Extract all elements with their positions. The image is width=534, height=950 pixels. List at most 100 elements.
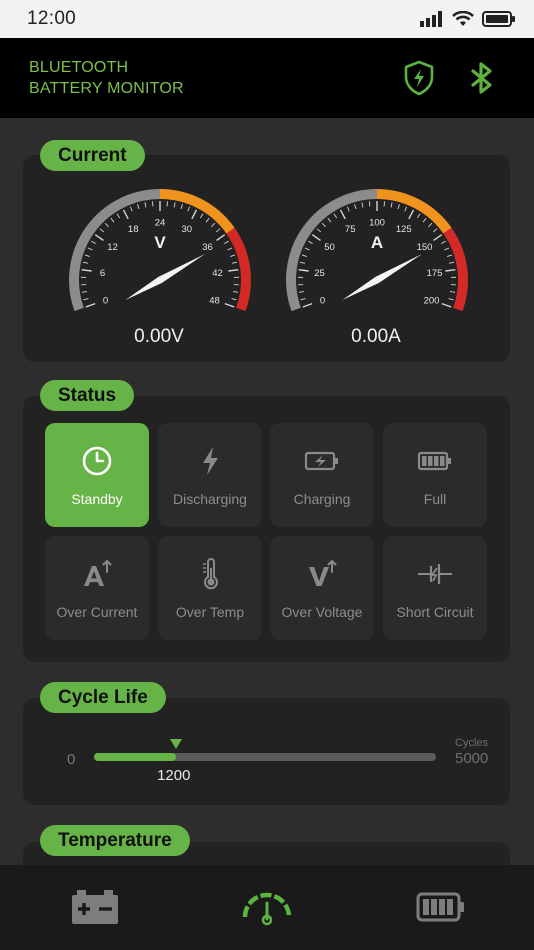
ampere-minor-tick [301, 254, 307, 257]
voltage-needle [125, 254, 206, 300]
system-status-bar: 12:00 [0, 0, 534, 38]
voltage-minor-tick [81, 291, 87, 293]
voltage-tick-label: 18 [128, 224, 139, 235]
voltage-tick-label: 24 [155, 218, 166, 229]
app-title-line2: BATTERY MONITOR [29, 80, 184, 97]
ampere-minor-tick [449, 261, 455, 264]
voltage-minor-tick [227, 247, 233, 251]
voltage-minor-tick [83, 298, 89, 301]
ampere-tick-label: 25 [314, 268, 325, 279]
voltage-minor-tick [87, 247, 93, 251]
app-header: BLUETOOTH BATTERY MONITOR [0, 38, 534, 118]
ampere-minor-tick [447, 254, 453, 257]
ampere-minor-tick [432, 228, 438, 233]
ampere-major-tick [445, 268, 456, 272]
signal-icon [420, 11, 442, 27]
short-circuit-icon [418, 564, 452, 584]
ampere-needle [342, 254, 423, 300]
nav-gauge[interactable] [237, 885, 297, 929]
voltage-minor-tick [116, 213, 121, 219]
ampere-minor-tick [354, 204, 357, 210]
ampere-minor-tick [316, 228, 322, 233]
voltage-tick-label: 12 [107, 242, 118, 253]
status-tile-over-voltage[interactable]: Over Voltage [270, 536, 374, 640]
ampere-tick-label: 50 [324, 242, 335, 253]
bolt-icon [203, 447, 218, 475]
bluetooth-icon[interactable] [464, 60, 500, 96]
status-tile-charging[interactable]: Charging [270, 423, 374, 527]
ampere-tick-label: 100 [369, 218, 385, 229]
voltage-minor-tick [110, 217, 115, 223]
ampere-major-tick [302, 302, 313, 308]
ampere-major-tick [298, 268, 309, 272]
voltage-minor-tick [205, 217, 210, 223]
voltage-minor-tick [211, 222, 216, 228]
status-tile-label: Charging [293, 491, 351, 507]
ampere-major-tick [339, 209, 346, 220]
status-tile-over-temp[interactable]: Over Temp [158, 536, 262, 640]
status-tile-short-circuit[interactable]: Short Circuit [383, 536, 487, 640]
ampere-minor-tick [404, 206, 408, 212]
voltage-major-tick [122, 209, 129, 220]
thermometer-icon [203, 558, 218, 590]
status-tile-label: Standby [71, 491, 123, 507]
battery-terminal-icon [72, 890, 118, 924]
ampere-minor-tick [300, 298, 306, 301]
voltage-major-tick [228, 268, 239, 272]
ampere-minor-tick [308, 240, 313, 244]
voltage-major-tick [191, 209, 198, 220]
status-tile-over-current[interactable]: Over Current [45, 536, 149, 640]
status-tile-label: Discharging [173, 491, 247, 507]
phone-battery-icon [482, 11, 515, 27]
cycle-min-label: 0 [67, 751, 76, 768]
voltage-minor-tick [233, 291, 239, 293]
nav-battery-level[interactable] [411, 885, 471, 929]
ampere-major-tick [433, 234, 443, 241]
voltage-minor-tick [224, 240, 229, 244]
voltage-tick-label: 0 [103, 295, 108, 306]
cycle-max-value: 5000 [455, 750, 489, 767]
ampere-minor-tick [321, 222, 326, 228]
voltage-minor-tick [180, 204, 183, 210]
voltage-minor-tick [137, 204, 140, 210]
ampere-minor-tick [428, 222, 433, 228]
status-tile-label: Over Current [56, 604, 138, 620]
voltage-major-tick [85, 302, 96, 308]
ampere-minor-tick [346, 206, 350, 212]
battery-charging-icon [304, 451, 338, 471]
ampere-minor-tick [333, 213, 338, 219]
ampere-minor-tick [304, 247, 310, 251]
voltage-minor-tick [99, 228, 105, 233]
wifi-icon [452, 11, 474, 26]
voltage-minor-tick [84, 254, 90, 257]
cycle-life-section-label: Cycle Life [40, 682, 166, 713]
temperature-section-label: Temperature [40, 825, 190, 856]
ampere-tick-label: 75 [345, 224, 356, 235]
voltage-unit-label: V [154, 233, 166, 252]
ampere-tick-label: 150 [417, 242, 433, 253]
ampere-minor-tick [450, 291, 456, 293]
ampere-minor-tick [448, 298, 454, 301]
voltage-major-tick [81, 268, 92, 272]
ampere-minor-tick [441, 240, 446, 244]
ampere-minor-tick [444, 247, 450, 251]
battery-full-icon [417, 451, 451, 471]
ampere-minor-tick [416, 213, 421, 219]
status-tile-standby[interactable]: Standby [45, 423, 149, 527]
voltage-reading: 0.00V [134, 326, 184, 347]
shield-bolt-icon[interactable] [401, 60, 437, 96]
status-tile-label: Over Voltage [281, 604, 363, 620]
voltage-minor-tick [230, 254, 236, 257]
status-time: 12:00 [27, 8, 77, 29]
ampere-major-tick [311, 234, 321, 241]
voltage-minor-tick [231, 298, 237, 301]
cycle-marker-icon [170, 739, 183, 749]
status-section-label: Status [40, 380, 135, 411]
app-title: BLUETOOTH BATTERY MONITOR [29, 57, 184, 99]
status-tile-full[interactable]: Full [383, 423, 487, 527]
bottom-nav [0, 865, 534, 950]
ampere-minor-tick [422, 217, 427, 223]
nav-battery-terminal[interactable] [65, 885, 125, 929]
ampere-gauge: 0 25 50 75 100 125 150 175 200 A [286, 189, 468, 312]
status-tile-discharging[interactable]: Discharging [158, 423, 262, 527]
